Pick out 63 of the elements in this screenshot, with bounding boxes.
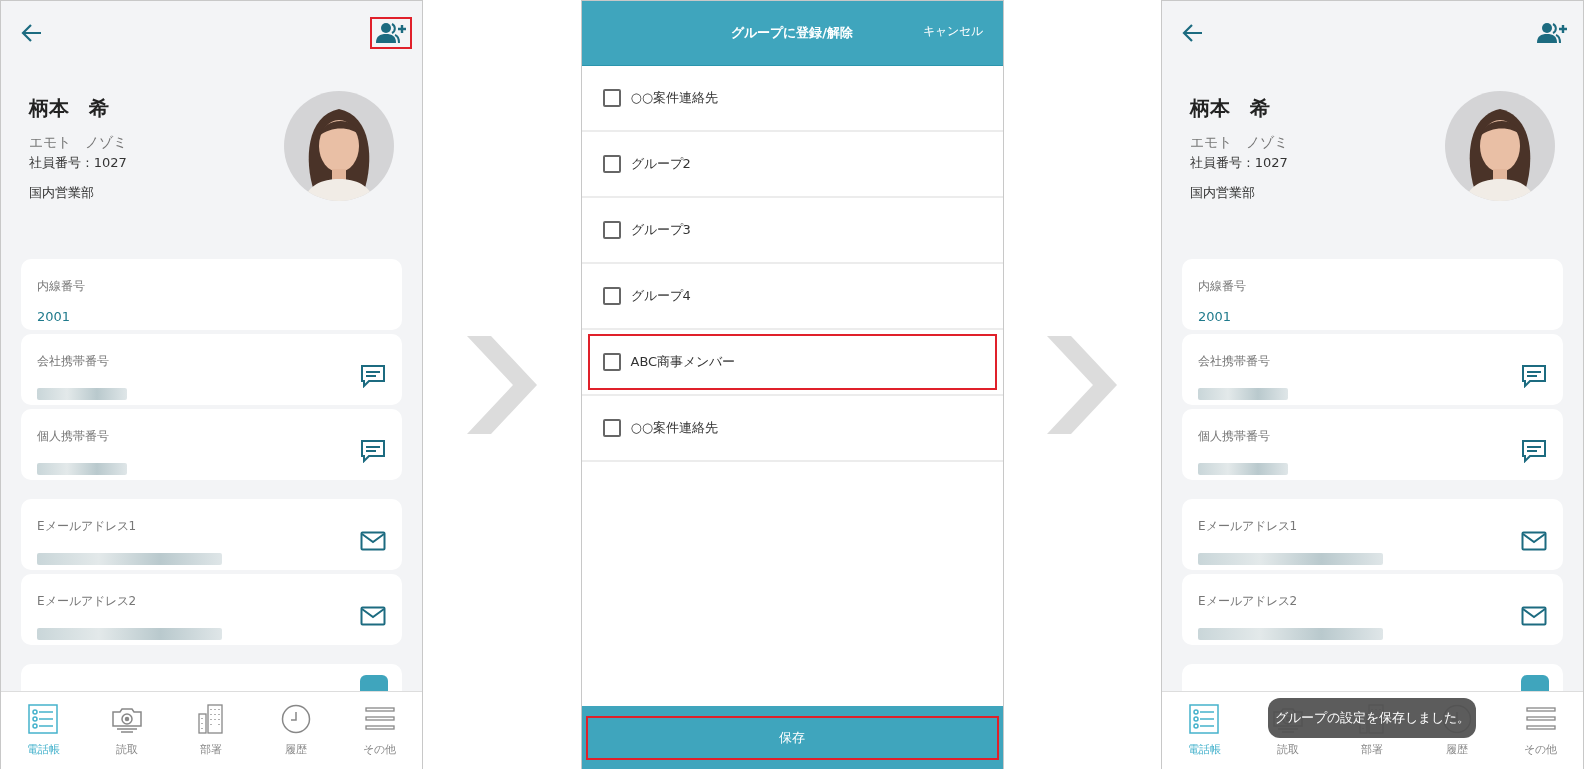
saved-toast: グループの設定を保存しました。 bbox=[1268, 698, 1476, 738]
list-icon bbox=[1189, 704, 1220, 734]
group-option[interactable]: グループ3 bbox=[587, 202, 997, 258]
contact-kana: エモト ノゾミ bbox=[29, 134, 127, 152]
field-label: 内線番号 bbox=[37, 278, 85, 295]
add-to-group-button[interactable] bbox=[370, 17, 412, 49]
list-icon bbox=[28, 704, 59, 734]
field-label: Eメールアドレス1 bbox=[37, 517, 138, 535]
field-label: Eメールアドレス1 bbox=[1198, 517, 1299, 535]
mail-icon[interactable] bbox=[360, 531, 386, 551]
nav-tab[interactable]: 電話帳 bbox=[8, 704, 79, 757]
nav-tab[interactable]: その他 bbox=[1505, 704, 1576, 757]
group-option[interactable]: グループ4 bbox=[587, 268, 997, 324]
field-label: 会社携帯番号 bbox=[1198, 352, 1271, 370]
nav-tab[interactable]: 履歴 bbox=[260, 704, 331, 757]
back-arrow-icon bbox=[1182, 23, 1204, 43]
chat-icon[interactable] bbox=[1521, 675, 1549, 691]
checkbox[interactable] bbox=[602, 419, 621, 437]
field-label: Eメールアドレス2 bbox=[37, 592, 138, 610]
nav-tab[interactable]: その他 bbox=[344, 704, 415, 757]
field-value[interactable]: 2001 bbox=[1198, 309, 1246, 324]
dialog-title: グループに登録/解除 bbox=[731, 24, 853, 42]
chevron-icon bbox=[1047, 335, 1118, 434]
field-label: 個人携帯番号 bbox=[1198, 427, 1271, 445]
checkbox[interactable] bbox=[602, 221, 621, 239]
field-label: Eメールアドレス2 bbox=[1198, 592, 1299, 610]
mail-icon[interactable] bbox=[1521, 606, 1547, 626]
nav-tab[interactable]: 読取 bbox=[92, 704, 163, 757]
group-option[interactable]: ○○案件連絡先 bbox=[587, 400, 997, 456]
field-label: 会社携帯番号 bbox=[37, 352, 110, 370]
field-label: 個人携帯番号 bbox=[37, 427, 110, 445]
sms-icon[interactable] bbox=[1521, 439, 1547, 463]
mail-icon[interactable] bbox=[360, 606, 386, 626]
group-option[interactable]: ABC商事メンバー bbox=[587, 334, 997, 390]
save-button[interactable]: 保存 bbox=[585, 715, 999, 760]
contact-kana: エモト ノゾミ bbox=[1190, 134, 1288, 152]
sms-icon[interactable] bbox=[360, 364, 386, 388]
department: 国内営業部 bbox=[1190, 184, 1256, 202]
sms-icon[interactable] bbox=[1521, 364, 1547, 388]
chevron-icon bbox=[466, 335, 537, 434]
department: 国内営業部 bbox=[29, 184, 95, 202]
mail-icon[interactable] bbox=[1521, 531, 1547, 551]
chat-icon[interactable] bbox=[360, 675, 388, 691]
checkbox[interactable] bbox=[602, 353, 621, 371]
group-option[interactable]: ○○案件連絡先 bbox=[587, 70, 997, 126]
employee-number: 社員番号 : 1027 bbox=[29, 154, 127, 172]
employee-number: 社員番号 : 1027 bbox=[1190, 154, 1288, 172]
back-arrow-icon bbox=[21, 23, 43, 43]
add-person-icon bbox=[1537, 22, 1567, 44]
field-label: 内線番号 bbox=[1198, 278, 1246, 295]
checkbox[interactable] bbox=[602, 287, 621, 305]
nav-tab[interactable]: 電話帳 bbox=[1169, 704, 1240, 757]
contact-name: 柄本 希 bbox=[29, 95, 110, 122]
group-option[interactable]: グループ2 bbox=[587, 136, 997, 192]
checkbox[interactable] bbox=[602, 89, 621, 107]
contact-name: 柄本 希 bbox=[1190, 95, 1271, 122]
add-person-icon bbox=[376, 22, 406, 44]
clock-icon bbox=[280, 704, 311, 734]
field-value[interactable]: 2001 bbox=[37, 309, 85, 324]
checkbox[interactable] bbox=[602, 155, 621, 173]
cancel-button[interactable]: キャンセル bbox=[922, 23, 983, 40]
sms-icon[interactable] bbox=[360, 439, 386, 463]
nav-tab[interactable]: 部署 bbox=[176, 704, 247, 757]
